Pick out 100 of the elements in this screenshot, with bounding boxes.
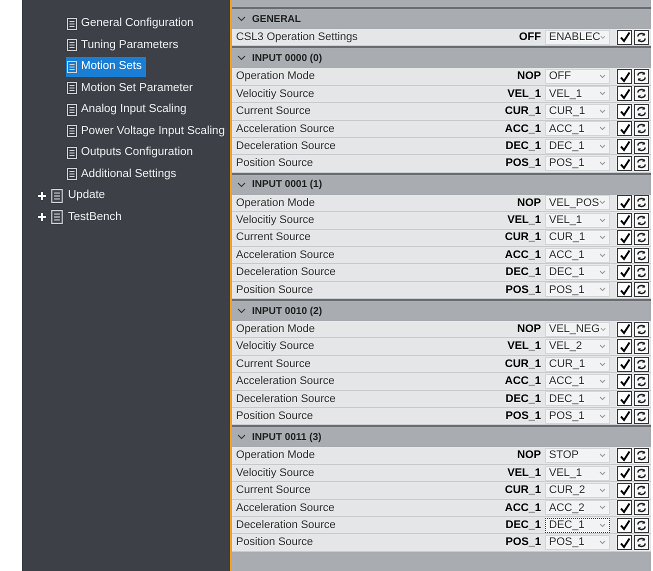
value-dropdown[interactable]: POS_1 <box>545 156 610 172</box>
refresh-button[interactable] <box>634 212 649 228</box>
value-dropdown[interactable]: VEL_POS <box>545 195 610 210</box>
value-dropdown[interactable]: ACC_1 <box>545 374 610 389</box>
value-dropdown[interactable]: VEL_2 <box>545 339 610 354</box>
refresh-button[interactable] <box>634 518 649 533</box>
refresh-button[interactable] <box>634 86 649 102</box>
value-dropdown[interactable]: DEC_1 <box>545 138 610 154</box>
checkbox[interactable] <box>617 339 632 354</box>
current-value: ACC_1 <box>504 374 542 390</box>
checkbox[interactable] <box>617 500 632 516</box>
value-dropdown[interactable]: CUR_1 <box>545 230 610 246</box>
refresh-button[interactable] <box>634 104 649 119</box>
refresh-button[interactable] <box>634 282 649 298</box>
refresh-button[interactable] <box>634 500 649 516</box>
value-dropdown[interactable]: CUR_1 <box>545 104 610 119</box>
sidebar-item[interactable]: Additional Settings <box>66 164 180 184</box>
refresh-icon <box>636 520 647 531</box>
checkbox[interactable] <box>617 448 632 464</box>
checkbox[interactable] <box>617 69 632 84</box>
checkbox[interactable] <box>617 356 632 372</box>
chevron-down-icon <box>599 344 606 350</box>
chevron-down-icon <box>599 453 606 458</box>
checkbox[interactable] <box>617 195 632 210</box>
sidebar-item[interactable]: Tuning Parameters <box>66 35 182 56</box>
refresh-button[interactable] <box>634 230 649 246</box>
value-dropdown[interactable]: VEL_NEG <box>545 322 610 337</box>
parameter-label: Operation Mode <box>235 448 316 464</box>
checkbox[interactable] <box>617 282 632 298</box>
expand-icon[interactable] <box>38 192 46 200</box>
checkbox[interactable] <box>617 482 632 498</box>
tree-group-label[interactable]: Update <box>68 187 106 204</box>
refresh-button[interactable] <box>634 466 649 480</box>
parameter-label: Acceleration Source <box>235 122 336 137</box>
value-dropdown[interactable]: ENABLEC <box>545 30 610 45</box>
sidebar-item[interactable]: Outputs Configuration <box>66 142 197 163</box>
value-dropdown[interactable]: DEC_1 <box>545 391 610 406</box>
expand-icon[interactable] <box>38 213 46 222</box>
chevron-down-icon <box>599 200 606 206</box>
refresh-button[interactable] <box>634 322 649 337</box>
refresh-button[interactable] <box>634 448 649 464</box>
refresh-button[interactable] <box>634 138 649 154</box>
refresh-button[interactable] <box>634 30 649 45</box>
sidebar-item[interactable]: Motion Sets <box>66 56 146 77</box>
chevron-down-icon <box>599 74 606 80</box>
value-dropdown[interactable]: DEC_1 <box>545 264 610 280</box>
value-dropdown[interactable]: ACC_2 <box>545 500 610 516</box>
refresh-button[interactable] <box>634 195 649 210</box>
value-dropdown[interactable]: VEL_1 <box>545 86 610 102</box>
value-dropdown[interactable]: STOP <box>545 448 610 464</box>
checkbox[interactable] <box>617 391 632 406</box>
chevron-down-icon <box>237 434 246 440</box>
checkbox[interactable] <box>617 535 632 550</box>
refresh-button[interactable] <box>634 356 649 372</box>
refresh-button[interactable] <box>634 482 649 498</box>
checkbox[interactable] <box>617 138 632 154</box>
checkbox[interactable] <box>617 466 632 480</box>
refresh-button[interactable] <box>634 248 649 263</box>
chevron-down-icon <box>599 522 606 528</box>
refresh-button[interactable] <box>634 69 649 84</box>
checkbox[interactable] <box>617 104 632 119</box>
sidebar-item[interactable]: General Configuration <box>66 14 198 34</box>
value-dropdown[interactable]: DEC_1 <box>545 518 610 533</box>
value-dropdown[interactable]: VEL_1 <box>545 466 610 480</box>
chevron-down-icon <box>600 34 606 40</box>
value-dropdown[interactable]: VEL_1 <box>545 212 610 228</box>
checkbox[interactable] <box>617 121 632 136</box>
chevron-down-icon <box>599 287 606 292</box>
value-dropdown[interactable]: POS_1 <box>545 282 610 298</box>
checkbox[interactable] <box>617 86 632 102</box>
checkbox[interactable] <box>617 156 632 172</box>
refresh-button[interactable] <box>634 374 649 389</box>
value-dropdown[interactable]: ACC_1 <box>545 248 610 263</box>
refresh-button[interactable] <box>634 339 649 354</box>
value-dropdown[interactable]: CUR_1 <box>545 356 610 372</box>
refresh-button[interactable] <box>634 121 649 136</box>
checkbox[interactable] <box>617 322 632 337</box>
checkbox[interactable] <box>617 230 632 246</box>
checkbox[interactable] <box>617 264 632 280</box>
checkbox[interactable] <box>617 30 632 45</box>
checkbox[interactable] <box>617 408 632 424</box>
value-dropdown[interactable]: ACC_1 <box>545 121 610 136</box>
checkbox[interactable] <box>617 374 632 389</box>
tree-group-label[interactable]: TestBench <box>68 208 122 226</box>
refresh-button[interactable] <box>634 156 649 172</box>
checkbox[interactable] <box>617 212 632 228</box>
refresh-button[interactable] <box>634 391 649 406</box>
sidebar-item[interactable]: Analog Input Scaling <box>66 100 190 120</box>
value-dropdown[interactable]: OFF <box>545 69 610 84</box>
sidebar-item[interactable]: Motion Set Parameter <box>66 78 197 98</box>
refresh-button[interactable] <box>634 535 649 550</box>
value-dropdown[interactable]: POS_1 <box>545 408 610 424</box>
refresh-button[interactable] <box>634 408 649 424</box>
value-dropdown[interactable]: CUR_2 <box>545 482 610 498</box>
refresh-button[interactable] <box>634 264 649 280</box>
chevron-down-icon <box>599 378 606 384</box>
value-dropdown[interactable]: POS_1 <box>545 535 610 550</box>
sidebar-item[interactable]: Power Voltage Input Scaling <box>66 121 229 142</box>
checkbox[interactable] <box>617 518 632 533</box>
checkbox[interactable] <box>617 248 632 263</box>
